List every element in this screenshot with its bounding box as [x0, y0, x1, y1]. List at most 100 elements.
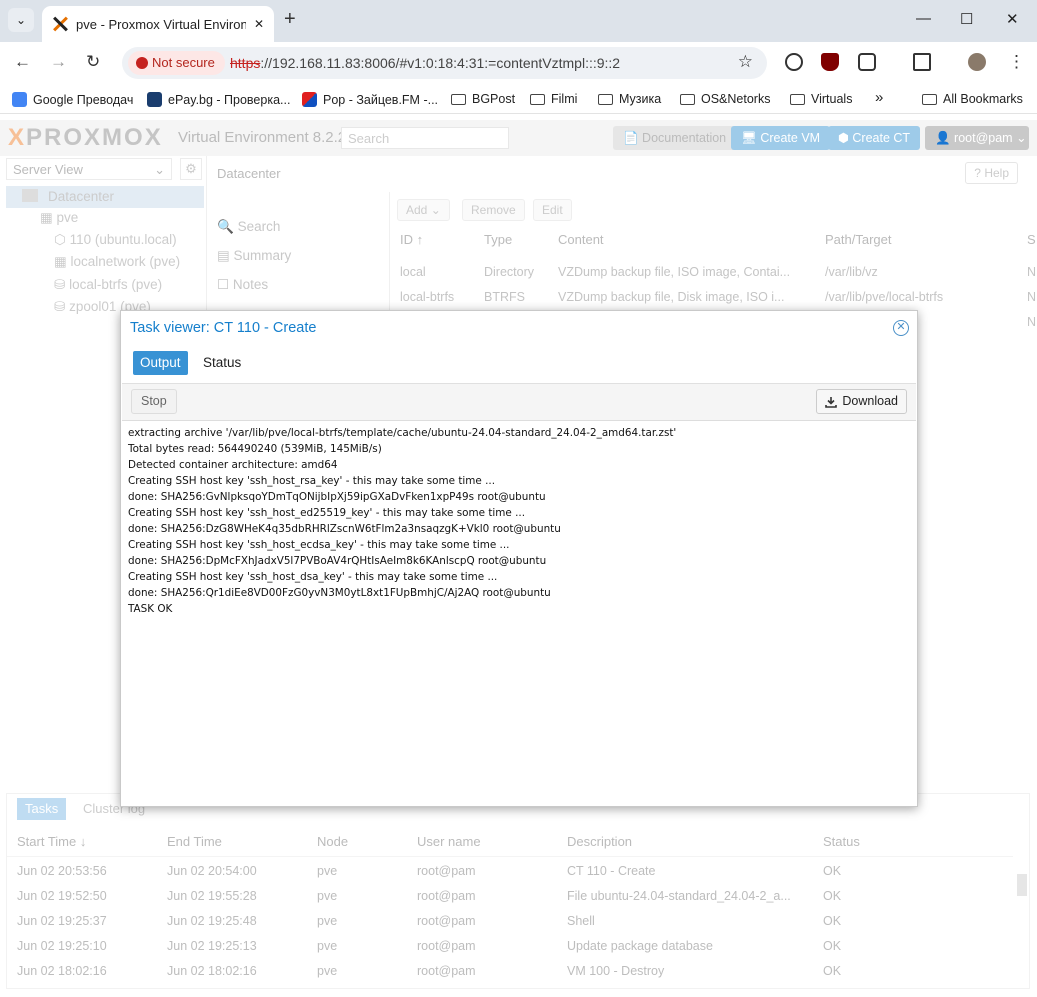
- back-icon[interactable]: ←: [14, 52, 31, 72]
- address-bar[interactable]: Not secure https://192.168.11.83:8006/#v…: [122, 47, 767, 79]
- not-secure-badge[interactable]: Not secure: [128, 51, 225, 75]
- table-cell[interactable]: local: [400, 265, 426, 279]
- edit-button[interactable]: Edit: [533, 199, 572, 221]
- server-icon: ▦: [40, 210, 53, 225]
- more-bookmarks-button[interactable]: »: [875, 89, 883, 106]
- bookmark-folder[interactable]: OS&Netorks: [680, 92, 770, 106]
- tab-status[interactable]: Status: [203, 351, 241, 375]
- table-cell[interactable]: VZDump backup file, Disk image, ISO i...: [558, 290, 784, 304]
- menu-search[interactable]: 🔍 Search: [217, 219, 280, 235]
- menu-notes[interactable]: ☐ Notes: [217, 277, 268, 293]
- bookmark-item[interactable]: ePay.bg - Проверка...: [147, 92, 290, 107]
- stop-button[interactable]: Stop: [131, 389, 177, 414]
- browser-tab-pve[interactable]: pve - Proxmox Virtual Environment ✕: [42, 6, 274, 42]
- proxmox-logo: XPROXMOX: [8, 124, 163, 151]
- pve-search-input[interactable]: Search: [341, 127, 509, 149]
- task-cell: Jun 02 19:25:13: [167, 939, 257, 953]
- menu-summary[interactable]: ▤ Summary: [217, 248, 291, 264]
- ublock-icon[interactable]: [821, 53, 839, 71]
- download-button[interactable]: Download: [816, 389, 907, 414]
- table-cell[interactable]: VZDump backup file, ISO image, Contai...: [558, 265, 790, 279]
- menu-kebab-icon[interactable]: ⋮: [1008, 52, 1025, 72]
- table-cell[interactable]: Directory: [484, 265, 534, 279]
- col-user[interactable]: User name: [417, 834, 481, 849]
- table-cell[interactable]: N: [1027, 290, 1036, 304]
- tree-ct-110[interactable]: ⬡ 110 (ubuntu.local): [54, 232, 177, 248]
- task-output-log: extracting archive '/var/lib/pve/local-b…: [128, 425, 908, 617]
- profile-avatar[interactable]: [968, 53, 986, 71]
- bookmark-star-icon[interactable]: ☆: [738, 52, 753, 72]
- tree-node-pve[interactable]: ▦ pve: [40, 210, 78, 226]
- table-cell[interactable]: N: [1027, 315, 1036, 329]
- url-text[interactable]: https://192.168.11.83:8006/#v1:0:18:4:31…: [230, 55, 620, 71]
- tab-search-button[interactable]: ⌄: [8, 8, 34, 32]
- remove-button[interactable]: Remove: [462, 199, 525, 221]
- task-scrollbar[interactable]: [1017, 874, 1027, 896]
- table-cell[interactable]: /var/lib/vz: [825, 265, 878, 279]
- task-cell: root@pam: [417, 914, 476, 928]
- tree-localnetwork[interactable]: ▦ localnetwork (pve): [54, 254, 180, 270]
- help-button[interactable]: ? Help: [965, 162, 1018, 184]
- table-cell[interactable]: BTRFS: [484, 290, 525, 304]
- user-menu-button[interactable]: 👤 root@pam ⌄: [925, 126, 1029, 150]
- documentation-button[interactable]: 📄 Documentation: [613, 126, 737, 150]
- col-start-time[interactable]: Start Time ↓: [17, 834, 86, 849]
- reading-list-icon[interactable]: [913, 53, 931, 71]
- col-path[interactable]: Path/Target: [825, 232, 892, 247]
- new-tab-button[interactable]: +: [284, 8, 296, 31]
- col-node[interactable]: Node: [317, 834, 348, 849]
- col-content[interactable]: Content: [558, 232, 604, 247]
- task-cell: Shell: [567, 914, 595, 928]
- log-line: done: SHA256:Qr1diEe8VD00FzG0yvN3M0ytL8x…: [128, 587, 551, 599]
- google-translate-icon: [12, 92, 27, 107]
- create-vm-button[interactable]: 🖥 Create VM: [731, 126, 831, 150]
- bookmark-folder[interactable]: Музика: [598, 92, 661, 106]
- col-description[interactable]: Description: [567, 834, 632, 849]
- col-end-time[interactable]: End Time: [167, 834, 222, 849]
- bookmark-item[interactable]: Pop - Зайцев.FM -...: [302, 92, 438, 107]
- tab-output[interactable]: Output: [133, 351, 188, 375]
- dialog-title: Task viewer: CT 110 - Create: [130, 320, 317, 336]
- tree-local-btrfs[interactable]: ⛁ local-btrfs (pve): [54, 277, 162, 293]
- extensions-puzzle-icon[interactable]: [858, 53, 876, 71]
- table-cell[interactable]: N: [1027, 265, 1036, 279]
- forward-icon[interactable]: →: [50, 52, 67, 72]
- table-cell[interactable]: /var/lib/pve/local-btrfs: [825, 290, 943, 304]
- create-ct-button[interactable]: ⬢ Create CT: [828, 126, 921, 150]
- network-grid-icon: ▦: [54, 254, 67, 269]
- table-cell[interactable]: local-btrfs: [400, 290, 454, 304]
- task-cell: Jun 02 19:52:50: [17, 889, 107, 903]
- extension-sync-icon[interactable]: [785, 53, 803, 71]
- bookmark-item[interactable]: Google Преводач: [12, 92, 133, 107]
- task-cell: root@pam: [417, 964, 476, 978]
- epay-icon: [147, 92, 162, 107]
- bookmark-folder[interactable]: BGPost: [451, 92, 515, 106]
- divider: [7, 856, 1013, 857]
- task-cell: Jun 02 19:25:10: [17, 939, 107, 953]
- col-shared[interactable]: S: [1027, 232, 1036, 247]
- col-status[interactable]: Status: [823, 834, 860, 849]
- url-scheme: https: [230, 55, 261, 71]
- bookmark-folder[interactable]: Filmi: [530, 92, 577, 106]
- bookmark-folder[interactable]: Virtuals: [790, 92, 852, 106]
- maximize-icon[interactable]: ☐: [960, 10, 973, 28]
- folder-icon: [451, 93, 466, 105]
- reload-icon[interactable]: ↻: [86, 52, 100, 72]
- gear-icon[interactable]: ⚙: [180, 158, 202, 180]
- col-id[interactable]: ID ↑: [400, 232, 423, 247]
- zaycev-icon: [302, 92, 317, 107]
- server-view-select[interactable]: Server View ⌄: [6, 158, 172, 180]
- minimize-icon[interactable]: —: [916, 10, 931, 27]
- log-line: Creating SSH host key 'ssh_host_dsa_key'…: [128, 571, 498, 583]
- close-tab-icon[interactable]: ✕: [254, 17, 264, 31]
- log-line: done: SHA256:DpMcFXhJadxV5l7PVBoAV4rQHtI…: [128, 555, 547, 567]
- close-window-icon[interactable]: ✕: [1006, 10, 1019, 28]
- all-bookmarks-folder[interactable]: All Bookmarks: [922, 92, 1023, 106]
- close-icon[interactable]: ✕: [893, 320, 909, 336]
- log-line: Detected container architecture: amd64: [128, 459, 338, 471]
- task-cell: Jun 02 19:55:28: [167, 889, 257, 903]
- tab-tasks[interactable]: Tasks: [17, 798, 67, 820]
- log-line: Creating SSH host key 'ssh_host_ed25519_…: [128, 507, 526, 519]
- col-type[interactable]: Type: [484, 232, 512, 247]
- add-button[interactable]: Add ⌄: [397, 199, 450, 221]
